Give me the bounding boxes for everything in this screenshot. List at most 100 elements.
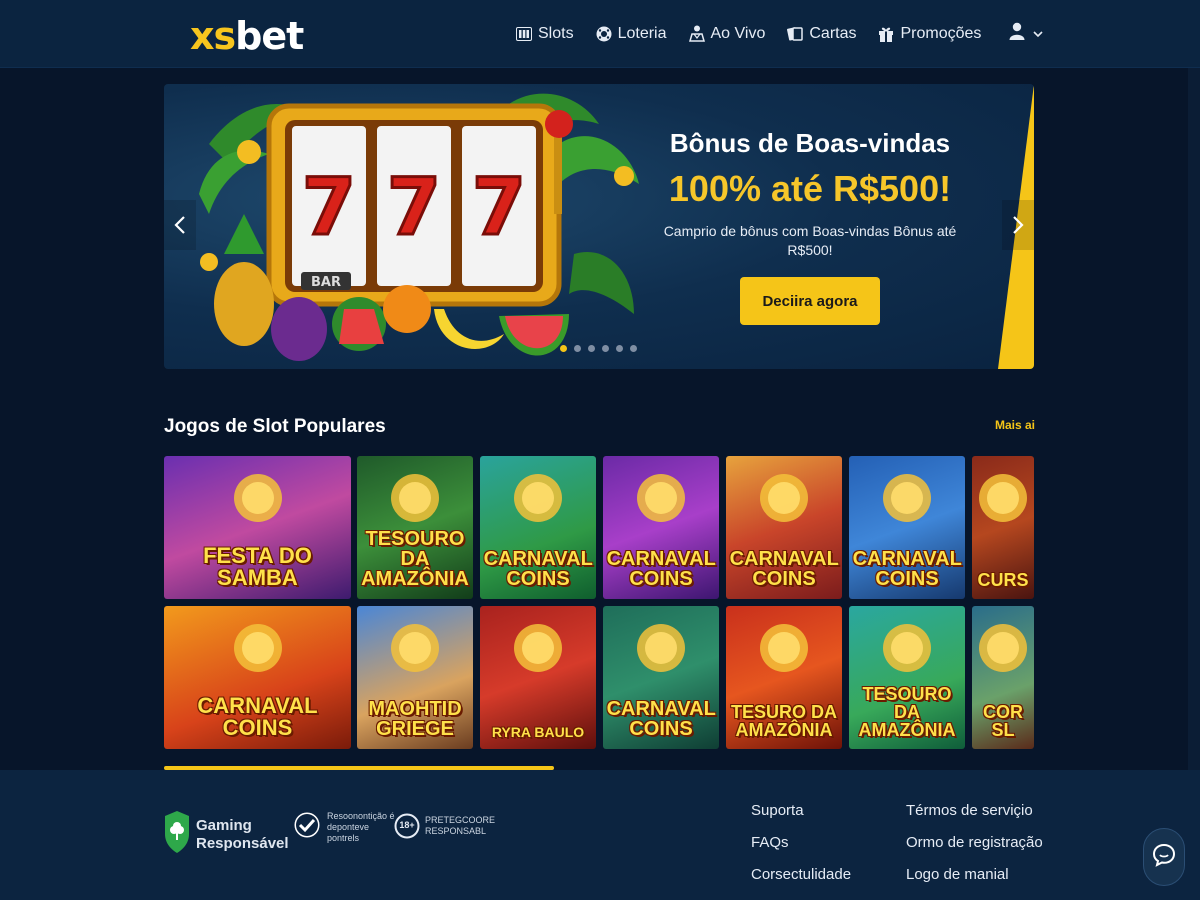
- age-badge-text: 18+: [399, 820, 415, 830]
- game-tile[interactable]: Curs: [972, 456, 1034, 599]
- checkmark-circle-icon: [292, 810, 322, 845]
- banner-next-arrow[interactable]: [1002, 200, 1034, 250]
- footer-link-suporte[interactable]: Suporta: [751, 802, 851, 819]
- logo-xs-text: xs: [190, 14, 236, 58]
- nav-label: Ao Vivo: [710, 24, 766, 42]
- footer-link-manual[interactable]: Logo de manial: [906, 866, 1043, 883]
- gaming-line2: Responsável: [196, 834, 289, 852]
- game-title: Tesouro da Amazônia: [858, 684, 956, 740]
- main-nav: Slots Loteria Ao Vivo Cartas Promoções: [516, 22, 1043, 45]
- reel-3-symbol: 7: [472, 163, 526, 253]
- gaming-line1: Gaming: [196, 816, 252, 834]
- promo-description: Camprio de bônus com Boas-vindas Bônus a…: [663, 223, 957, 258]
- game-artwork-icon: [514, 474, 562, 522]
- game-tile[interactable]: Carnaval Coins: [164, 606, 351, 749]
- section-title: Jogos de Slot Populares: [164, 416, 386, 437]
- game-title: Carnaval Coins: [606, 548, 716, 590]
- game-tile[interactable]: Carnaval Coins: [849, 456, 965, 599]
- game-tile[interactable]: Carnaval Coins: [603, 456, 719, 599]
- game-tile[interactable]: Carnaval Coins: [726, 456, 842, 599]
- game-artwork-icon: [979, 624, 1027, 672]
- game-tile[interactable]: Maohtid Griege: [357, 606, 473, 749]
- game-artwork-icon: [514, 624, 562, 672]
- nav-label: Loteria: [617, 24, 667, 42]
- responsible-gaming-badge[interactable]: Gaming Responsável: [164, 810, 289, 859]
- footer-link-registration[interactable]: Ormo de registração: [906, 834, 1043, 851]
- compliance-badge[interactable]: Resoonontição é deponteve pontrels: [292, 810, 397, 845]
- game-title: Carnaval Coins: [483, 548, 593, 590]
- user-icon: [1009, 22, 1025, 45]
- site-header: xsbet Slots Loteria Ao Vivo Cartas Promo…: [0, 0, 1200, 68]
- nav-cartas[interactable]: Cartas: [787, 25, 856, 43]
- game-artwork-icon: [883, 474, 931, 522]
- pagination-dot-4[interactable]: [602, 345, 609, 352]
- banner-prev-arrow[interactable]: [164, 200, 196, 250]
- slot-machine-icon: [516, 26, 532, 42]
- game-artwork-icon: [760, 474, 808, 522]
- logo-bet-text: bet: [235, 14, 304, 58]
- pagination-dot-6[interactable]: [630, 345, 637, 352]
- game-title: Carnaval Coins: [197, 693, 318, 740]
- game-artwork-icon: [637, 624, 685, 672]
- responsible-gaming-text: Gaming Responsável: [196, 817, 289, 853]
- nav-promocoes[interactable]: Promoções: [878, 25, 981, 43]
- game-artwork-icon: [883, 624, 931, 672]
- promo-cta-button[interactable]: Deciira agora: [740, 277, 880, 325]
- promo-banner[interactable]: 7 7 7 BAR Bônus de Boas-vindas 100% até …: [164, 84, 1034, 369]
- site-footer: Gaming Responsável Resoonontição é depon…: [0, 770, 1200, 900]
- cards-icon: [787, 26, 804, 42]
- pagination-dot-3[interactable]: [588, 345, 595, 352]
- nav-label: Promoções: [900, 24, 982, 42]
- game-title: Curs: [977, 570, 1029, 590]
- game-artwork-icon: [233, 474, 282, 522]
- age-18-icon: 18+: [394, 813, 420, 839]
- slot-machine-illustration: 7 7 7 BAR: [199, 93, 639, 361]
- chat-bubble-icon: [1152, 843, 1176, 872]
- site-logo[interactable]: xsbet: [190, 14, 304, 58]
- live-chat-button[interactable]: [1143, 828, 1185, 886]
- see-more-link[interactable]: Mais aic: [995, 418, 1035, 432]
- age-text: PRETEGCOORE RESPONSABL: [425, 815, 495, 837]
- age-text-line1: PRETEGCOORE: [425, 815, 496, 825]
- game-tile[interactable]: Cor Sl: [972, 606, 1034, 749]
- footer-link-terms[interactable]: Térmos de serviçio: [906, 802, 1043, 819]
- shield-clover-icon: [164, 810, 190, 859]
- game-tile[interactable]: Festa do Samba: [164, 456, 351, 599]
- nav-label: Cartas: [809, 24, 857, 42]
- game-title: Ryra Baulo: [491, 724, 585, 740]
- game-title: Carnaval Coins: [852, 548, 962, 590]
- footer-link-privacy[interactable]: Corsectulidade: [751, 866, 851, 883]
- game-tile[interactable]: Carnaval Coins: [603, 606, 719, 749]
- page-edge: [1188, 0, 1200, 900]
- game-tile[interactable]: Carnaval Coins: [480, 456, 596, 599]
- game-title: Cor Sl: [983, 702, 1023, 740]
- live-dealer-icon: [688, 25, 705, 42]
- footer-link-faqs[interactable]: FAQs: [751, 834, 851, 851]
- nav-loteria[interactable]: Loteria: [596, 25, 667, 43]
- game-title: Maohtid Griege: [368, 698, 462, 740]
- game-artwork-icon: [233, 624, 282, 672]
- pagination-dot-1[interactable]: [560, 345, 567, 352]
- game-tile[interactable]: Ryra Baulo: [480, 606, 596, 749]
- game-title: Carnaval Coins: [606, 698, 716, 740]
- game-title: Festa do Samba: [203, 543, 312, 590]
- game-artwork-icon: [391, 624, 439, 672]
- game-artwork-icon: [637, 474, 685, 522]
- game-tile[interactable]: Tesouro da Amazônia: [849, 606, 965, 749]
- gift-icon: [878, 26, 894, 42]
- nav-slots[interactable]: Slots: [516, 25, 574, 43]
- age-text-line2: RESPONSABL: [425, 826, 487, 836]
- nav-ao-vivo[interactable]: Ao Vivo: [688, 24, 766, 43]
- reel-2-symbol: 7: [387, 163, 441, 253]
- game-title: Carnaval Coins: [729, 548, 839, 590]
- game-artwork-icon: [760, 624, 808, 672]
- age-restriction-badge[interactable]: 18+ PRETEGCOORE RESPONSABL: [394, 813, 495, 839]
- reel-bar-label: BAR: [311, 275, 341, 290]
- game-tile[interactable]: Tesuro da Amazônia: [726, 606, 842, 749]
- user-menu[interactable]: [1009, 22, 1043, 45]
- game-artwork-icon: [979, 474, 1027, 522]
- pagination-dot-5[interactable]: [616, 345, 623, 352]
- game-tile[interactable]: Tesouro da Amazônia: [357, 456, 473, 599]
- promo-title: Bônus de Boas-vindas: [669, 128, 951, 158]
- pagination-dot-2[interactable]: [574, 345, 581, 352]
